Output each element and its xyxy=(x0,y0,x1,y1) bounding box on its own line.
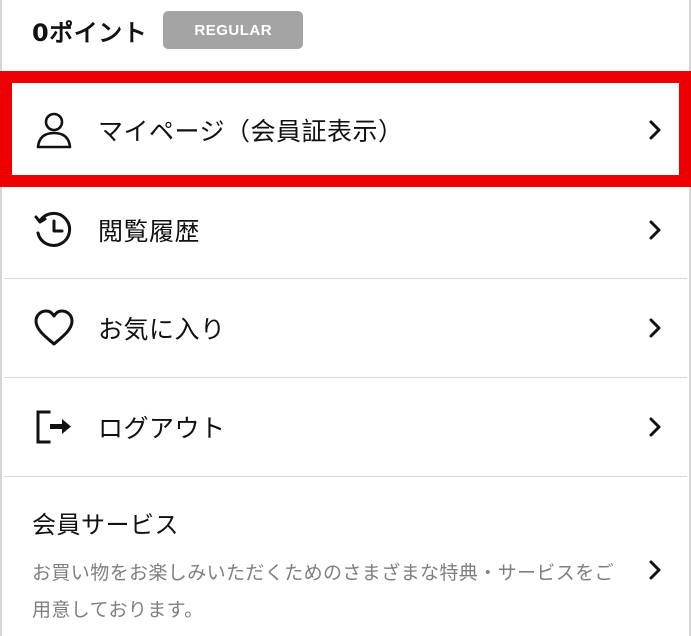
heart-icon xyxy=(32,306,76,350)
chevron-right-icon xyxy=(647,219,663,241)
member-services-link[interactable]: 会員サービス お買い物をお楽しみいただくためのさまざまな特典・サービスをご用意し… xyxy=(4,477,687,636)
menu-item-history[interactable]: 閲覧履歴 xyxy=(4,181,687,278)
menu-item-label: 閲覧履歴 xyxy=(98,216,201,246)
member-services-description: お買い物をお楽しみいただくためのさまざまな特典・サービスをご用意しております。 xyxy=(32,562,615,621)
menu-item-label: お気に入り xyxy=(98,315,226,344)
chevron-right-icon xyxy=(647,416,663,438)
membership-rank-badge: REGULAR xyxy=(163,11,304,49)
history-icon xyxy=(32,208,76,252)
member-services-title: 会員サービス xyxy=(32,511,179,539)
chevron-right-icon xyxy=(647,317,663,339)
menu-item-logout[interactable]: ログアウト xyxy=(4,378,687,476)
menu-item-mypage[interactable]: マイページ（会員証表示） xyxy=(4,84,687,176)
menu-item-favorites[interactable]: お気に入り xyxy=(4,279,687,377)
menu-item-label: マイページ（会員証表示） xyxy=(98,117,404,146)
menu-item-label: ログアウト xyxy=(98,414,226,443)
logout-icon xyxy=(32,405,76,449)
points-summary: 0ポイント REGULAR xyxy=(32,10,304,50)
points-balance: 0ポイント xyxy=(32,18,148,47)
chevron-right-icon xyxy=(647,559,663,581)
chevron-right-icon xyxy=(647,119,663,141)
user-icon xyxy=(32,108,76,152)
menu-panel: 0ポイント REGULAR マイページ（会員証表示） 閲覧履歴 お気に入り ログ… xyxy=(0,0,691,636)
